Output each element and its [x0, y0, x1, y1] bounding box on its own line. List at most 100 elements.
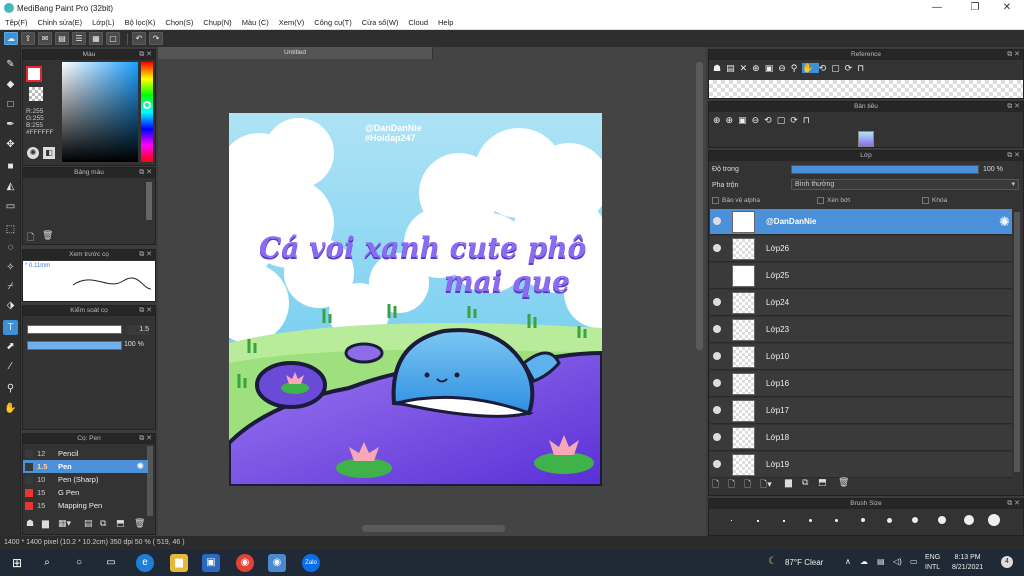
menu-filter[interactable]: Bộ lọc(K) [120, 18, 161, 27]
layer-list-scrollbar[interactable] [1014, 212, 1020, 472]
eye-icon[interactable] [713, 352, 721, 360]
reference-lock-icon[interactable]: ⊓ [857, 63, 869, 73]
reference-eyedropper-icon[interactable]: ⚲ [791, 63, 803, 73]
select-eraser-icon[interactable]: ⬗ [3, 298, 18, 313]
close-button[interactable]: ✕ [990, 0, 1024, 16]
duplicate-layer-icon[interactable]: ⧉ [802, 477, 808, 488]
share-icon[interactable]: ⇪ [21, 32, 35, 45]
brush-item[interactable]: 10 Pen (Sharp) [23, 473, 148, 486]
reference-frame-icon[interactable]: ▢ [831, 63, 845, 73]
grid-icon[interactable]: ▦ [89, 32, 103, 45]
maximize-button[interactable]: ❐ [958, 0, 992, 16]
brush-size-slider[interactable] [27, 325, 122, 334]
windows-start-icon[interactable]: ⊞ [8, 554, 26, 572]
search-icon[interactable]: ⌕ [38, 554, 56, 572]
navigator-flip-icon[interactable]: ⊓ [803, 115, 815, 125]
primary-color-swatch[interactable] [26, 66, 42, 82]
text-tool-icon[interactable]: T [3, 320, 18, 335]
menu-edit[interactable]: Chỉnh sửa(E) [33, 18, 88, 27]
hue-slider-handle[interactable] [143, 101, 151, 109]
layer-item[interactable]: Lớp26 [710, 236, 1012, 262]
reference-hand-icon[interactable]: ✋ [802, 63, 819, 73]
new-8bit-layer-icon[interactable]: 🗋 [744, 477, 751, 493]
brush-settings-icon[interactable]: ⬒ [116, 518, 125, 529]
canvas-horizontal-scrollbar[interactable] [362, 525, 505, 532]
reference-zoom-out-icon[interactable]: ⊖ [778, 63, 791, 73]
brush-size-value[interactable]: 1.5 [127, 325, 149, 335]
panel-controls-icon[interactable]: ⧉ ✕ [139, 50, 152, 60]
reference-zoom-in-icon[interactable]: ⊕ [752, 63, 765, 73]
select-pen-icon[interactable]: ⌿ [3, 279, 18, 294]
palette-scrollbar[interactable] [146, 182, 152, 220]
input-language[interactable]: ENG INTL [925, 553, 940, 573]
navigator-zoom-in-icon[interactable]: ⊕ [713, 115, 726, 125]
brush-opacity-slider[interactable] [27, 341, 122, 350]
eye-icon[interactable] [713, 298, 721, 306]
eye-icon[interactable] [713, 325, 721, 333]
brush-size-dot[interactable] [757, 520, 759, 522]
cloud-icon[interactable]: ☁ [860, 557, 868, 566]
select-tool-icon[interactable]: ⬚ [3, 222, 18, 237]
operation-tool-icon[interactable]: ⬈ [3, 339, 18, 354]
delete-layer-icon[interactable]: 🗑 [838, 477, 849, 488]
saturation-value-picker[interactable] [62, 62, 138, 162]
brush-size-dot[interactable] [938, 516, 946, 524]
reference-image-area[interactable] [709, 80, 1023, 98]
panel-controls-icon[interactable]: ⧉ ✕ [1007, 50, 1020, 60]
merge-layer-icon[interactable]: ⬒ [818, 477, 827, 488]
layer-item[interactable]: Lớp23 [710, 317, 1012, 343]
brush-size-dot[interactable] [835, 519, 838, 522]
brush-delete-icon[interactable]: 🗑 [134, 518, 145, 529]
menu-snap[interactable]: Chụp(N) [198, 18, 236, 27]
hand-tool-icon[interactable]: ✋ [3, 401, 18, 416]
artwork-canvas[interactable]: @DanDanNie #Hoidap247 Cá voi xanh cute p… [229, 113, 602, 486]
brush-size-dot[interactable] [783, 520, 785, 522]
navigator-rotate-left-icon[interactable]: ⟲ [764, 115, 777, 125]
eye-icon[interactable] [713, 433, 721, 441]
cloud-icon[interactable]: ☁ [4, 32, 18, 45]
layer-folder-icon[interactable]: ▆ [785, 477, 792, 488]
list-icon[interactable]: ☰ [72, 32, 86, 45]
file-explorer-icon[interactable]: ▆ [170, 554, 188, 572]
brush-size-dot[interactable] [912, 517, 918, 523]
delete-palette-icon[interactable]: 🗑 [42, 230, 53, 241]
navigator-zoom-out-icon[interactable]: ⊖ [752, 115, 765, 125]
reference-open-icon[interactable]: ▤ [726, 63, 740, 73]
layer-item[interactable]: Lớp18 [710, 425, 1012, 451]
magic-wand-icon[interactable]: ✧ [3, 260, 18, 275]
brush-item[interactable]: 12 Pencil [23, 447, 148, 460]
eye-icon[interactable] [713, 379, 721, 387]
fill-rect-tool-icon[interactable]: ■ [3, 159, 18, 174]
gear-icon[interactable]: ✺ [136, 460, 144, 473]
gear-icon[interactable]: ✺ [999, 214, 1010, 230]
add-layer-dropdown-icon[interactable]: 🗋▾ [760, 477, 772, 493]
brush-copy-icon[interactable]: ⧉ [100, 518, 106, 529]
menu-view[interactable]: Xem(V) [274, 18, 309, 27]
notification-badge[interactable]: 4 [1001, 556, 1013, 568]
menu-tools[interactable]: Công cụ(T) [309, 18, 357, 27]
new-halftone-layer-icon[interactable]: 🗋 [728, 477, 735, 493]
divide-tool-icon[interactable]: ⁄ [3, 359, 18, 374]
clock[interactable]: 8:13 PM 8/21/2021 [952, 553, 983, 573]
brush-size-dot[interactable] [964, 515, 974, 525]
blend-mode-select[interactable]: Bình thường ▾ [791, 179, 1019, 190]
new-layer-icon[interactable]: 🗋 [712, 477, 719, 493]
lock-checkbox[interactable] [922, 197, 929, 204]
reference-fit-icon[interactable]: ▣ [765, 63, 779, 73]
eye-icon[interactable] [713, 244, 721, 252]
layer-opacity-value[interactable]: 100 % [983, 166, 1003, 173]
menu-file[interactable]: Tệp(F) [0, 18, 33, 27]
pen-tool-icon[interactable]: ✒ [3, 117, 18, 132]
menu-cloud[interactable]: Cloud [403, 18, 433, 27]
eyedropper-icon[interactable]: ⚲ [3, 381, 18, 396]
navigator-fit-icon[interactable]: ▣ [738, 115, 752, 125]
brush-add-dropdown-icon[interactable]: ▦▾ [58, 518, 71, 529]
eraser-tool-icon[interactable]: ◆ [3, 77, 18, 92]
lasso-tool-icon[interactable]: ◌ [3, 240, 18, 255]
zalo-icon[interactable]: Zalo [302, 554, 320, 572]
panel-controls-icon[interactable]: ⧉ ✕ [1007, 151, 1020, 161]
layer-item[interactable]: Lớp17 [710, 398, 1012, 424]
reference-reset-icon[interactable]: ⟳ [845, 63, 858, 73]
weather-text[interactable]: 87°F Clear [785, 558, 823, 567]
layer-item[interactable]: Lớp10 [710, 344, 1012, 370]
